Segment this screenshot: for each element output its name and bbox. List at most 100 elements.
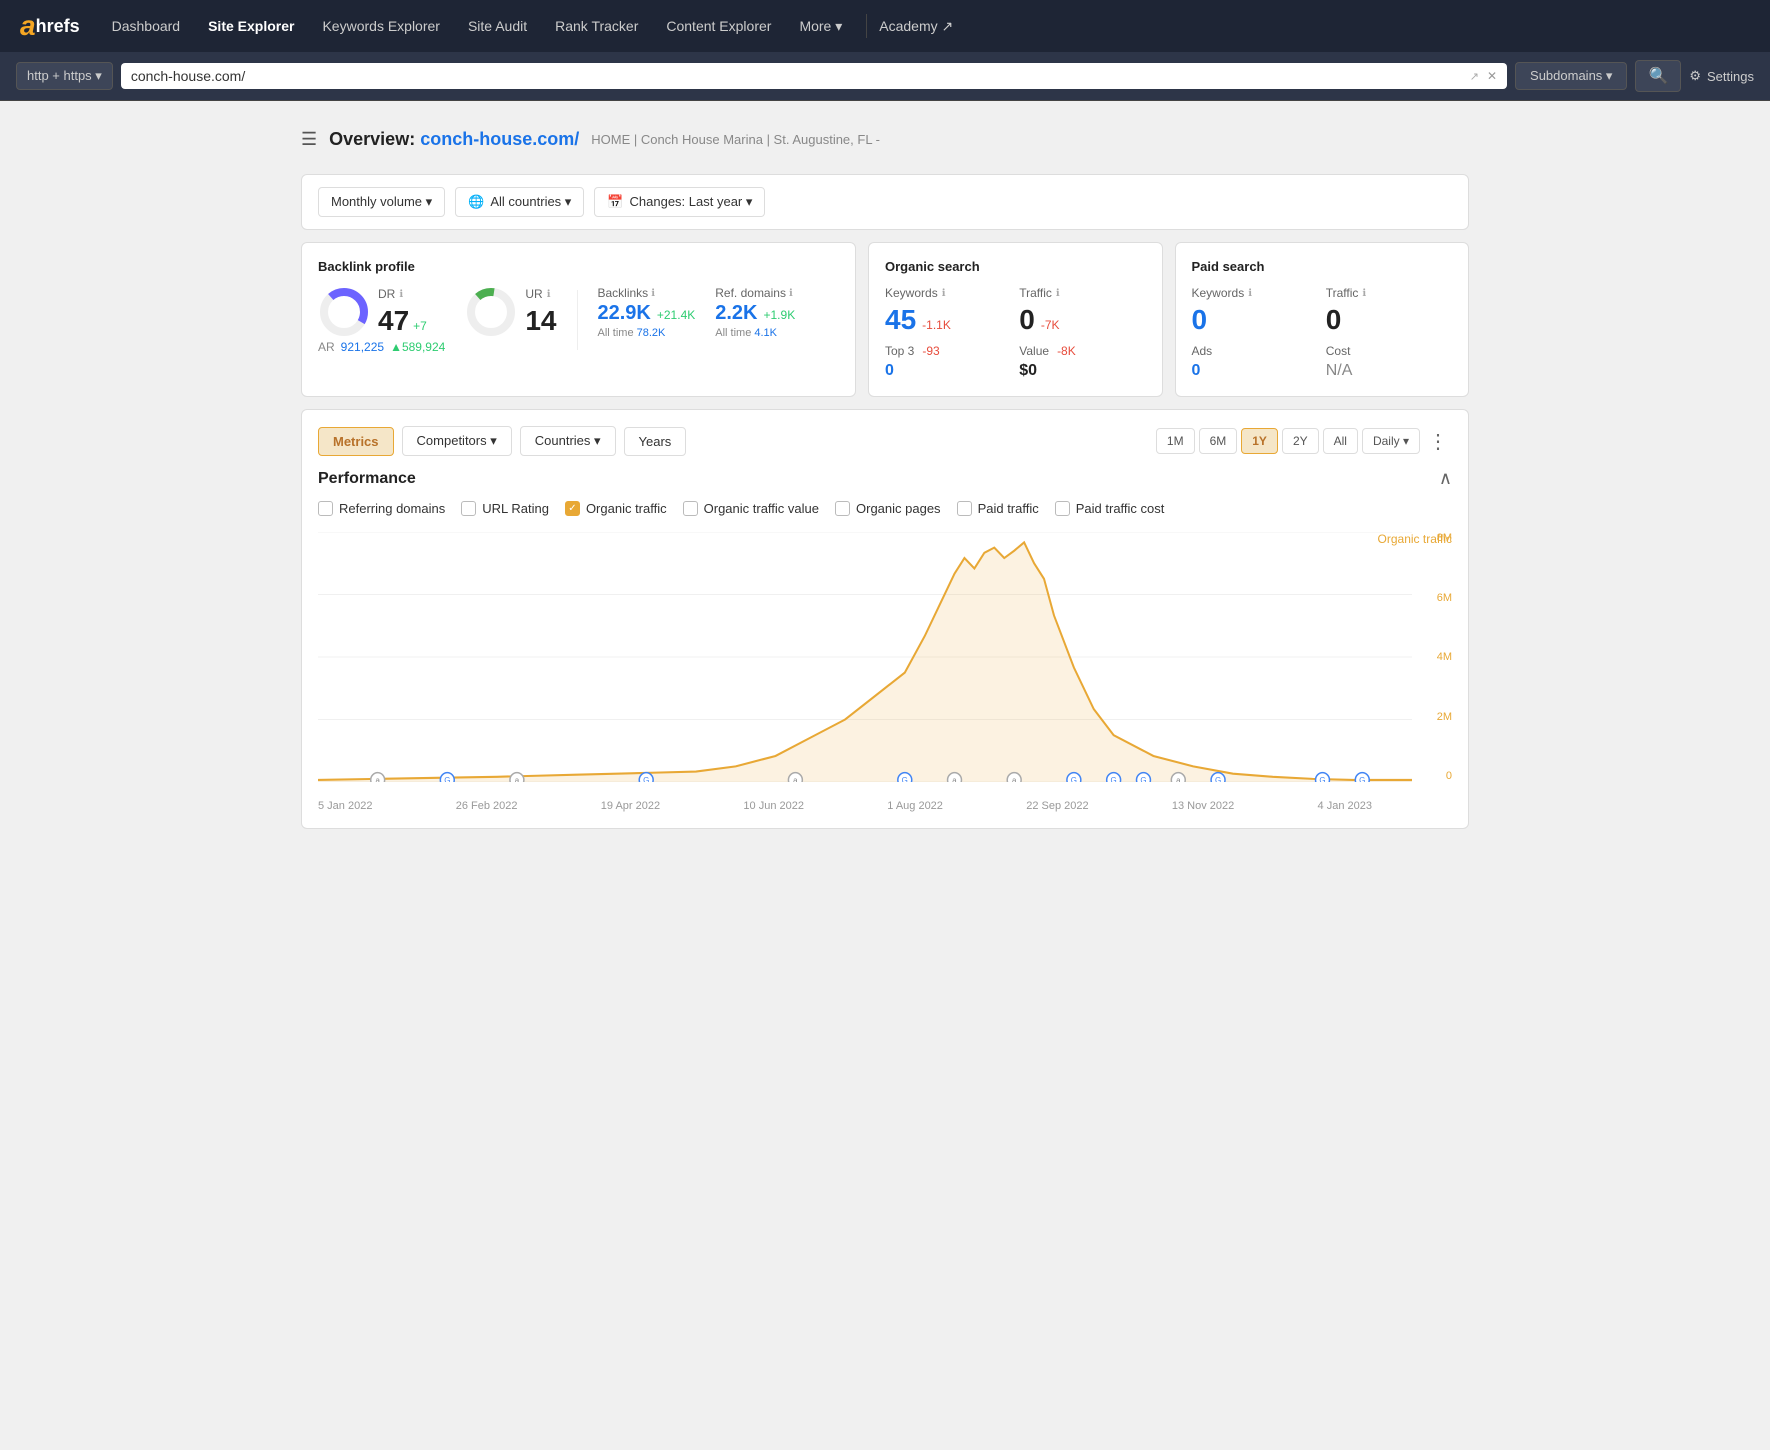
monthly-volume-filter[interactable]: Monthly volume ▾ — [318, 187, 445, 217]
nav-more[interactable]: More ▾ — [787, 12, 854, 41]
nav-content-explorer[interactable]: Content Explorer — [654, 12, 783, 40]
organic-keywords-value: 45 — [885, 304, 916, 336]
domain-link[interactable]: conch-house.com/ — [420, 129, 579, 149]
page-title: Overview: conch-house.com/ — [329, 129, 579, 150]
organic-top3-value: 0 — [885, 362, 894, 379]
search-bar: http + https ▾ ↗ ✕ Subdomains ▾ 🔍 ⚙ Sett… — [0, 52, 1770, 101]
tab-years[interactable]: Years — [624, 427, 687, 456]
search-button[interactable]: 🔍 — [1635, 60, 1681, 92]
svg-text:a: a — [375, 776, 380, 782]
backlinks-alltime: All time 78.2K — [598, 327, 696, 339]
paid-traffic-info[interactable]: ℹ — [1362, 288, 1366, 299]
svg-text:G: G — [1111, 776, 1117, 782]
nav-academy[interactable]: Academy ↗ — [879, 18, 953, 35]
backlinks-alltime-value[interactable]: 78.2K — [637, 327, 666, 339]
time-1y[interactable]: 1Y — [1241, 428, 1278, 454]
x-label-6: 13 Nov 2022 — [1172, 800, 1234, 812]
time-all[interactable]: All — [1323, 428, 1358, 454]
dr-donut-wrap: DR ℹ 47 +7 — [318, 286, 445, 338]
nav-divider — [866, 14, 867, 38]
breadcrumb: HOME | Conch House Marina | St. Augustin… — [591, 132, 880, 147]
all-countries-filter[interactable]: 🌐 All countries ▾ — [455, 187, 584, 217]
nav-site-audit[interactable]: Site Audit — [456, 12, 539, 40]
checkbox-paid-traffic-cost[interactable]: Paid traffic cost — [1055, 501, 1165, 516]
tab-competitors[interactable]: Competitors ▾ — [402, 426, 512, 456]
paid-title: Paid search — [1192, 259, 1453, 274]
paid-ads-value: 0 — [1192, 362, 1201, 379]
paid-cost-value: N/A — [1326, 362, 1353, 379]
ar-value: 921,225 — [341, 340, 384, 354]
checkbox-paid-traffic[interactable]: Paid traffic — [957, 501, 1039, 516]
paid-kw-info[interactable]: ℹ — [1248, 288, 1252, 299]
changes-filter[interactable]: 📅 Changes: Last year ▾ — [594, 187, 765, 217]
checkbox-referring-domains[interactable]: Referring domains — [318, 501, 445, 516]
y-label-2m: 2M — [1437, 711, 1452, 723]
more-options-button[interactable]: ⋮ — [1424, 429, 1452, 454]
svg-text:G: G — [1140, 776, 1146, 782]
svg-text:G: G — [643, 776, 649, 782]
protocol-select[interactable]: http + https ▾ — [16, 62, 113, 90]
tab-metrics[interactable]: Metrics — [318, 427, 394, 456]
collapse-button[interactable]: ∧ — [1439, 468, 1452, 489]
svg-text:a: a — [515, 776, 520, 782]
svg-text:a: a — [793, 776, 798, 782]
ar-change: ▲589,924 — [390, 340, 445, 354]
x-label-0: 5 Jan 2022 — [318, 800, 372, 812]
nav-site-explorer[interactable]: Site Explorer — [196, 12, 306, 40]
ref-domains-info[interactable]: ℹ — [789, 288, 793, 299]
nav-dashboard[interactable]: Dashboard — [100, 12, 193, 40]
checkbox-organic-traffic-value[interactable]: Organic traffic value — [683, 501, 819, 516]
subdomain-select[interactable]: Subdomains ▾ — [1515, 62, 1627, 90]
y-label-4m: 4M — [1437, 651, 1452, 663]
x-label-3: 10 Jun 2022 — [743, 800, 804, 812]
globe-icon: 🌐 — [468, 194, 484, 210]
nav-keywords-explorer[interactable]: Keywords Explorer — [310, 12, 452, 40]
tab-countries[interactable]: Countries ▾ — [520, 426, 616, 456]
chart-tabs: Metrics Competitors ▾ Countries ▾ Years … — [318, 426, 1452, 456]
ref-domains-alltime-value[interactable]: 4.1K — [754, 327, 777, 339]
url-input[interactable] — [131, 68, 1462, 84]
paid-traffic: Traffic ℹ 0 — [1326, 286, 1452, 336]
paid-keywords: Keywords ℹ 0 — [1192, 286, 1318, 336]
x-label-1: 26 Feb 2022 — [456, 800, 518, 812]
org-kw-info[interactable]: ℹ — [942, 288, 946, 299]
time-1m[interactable]: 1M — [1156, 428, 1195, 454]
external-link-icon[interactable]: ↗ — [1470, 70, 1479, 83]
checkbox-icon-url-rating — [461, 501, 476, 516]
organic-top3-change: -93 — [922, 344, 939, 358]
settings-button[interactable]: ⚙ Settings — [1689, 68, 1754, 84]
backlink-profile-card: Backlink profile DR ℹ — [301, 242, 856, 397]
checkbox-icon-organic-traffic — [565, 501, 580, 516]
checkbox-icon-paid-traffic — [957, 501, 972, 516]
hamburger-menu[interactable]: ☰ — [301, 129, 317, 150]
ref-domains-label: Ref. domains ℹ — [715, 286, 795, 300]
svg-text:G: G — [1215, 776, 1221, 782]
clear-icon[interactable]: ✕ — [1487, 69, 1497, 83]
ur-info-icon[interactable]: ℹ — [547, 289, 551, 300]
ur-donut-chart — [465, 286, 517, 338]
paid-keywords-label: Keywords ℹ — [1192, 286, 1318, 300]
ahrefs-logo[interactable]: ahrefs — [20, 10, 80, 42]
y-label-8m: 8M — [1437, 532, 1452, 544]
dr-label: DR ℹ — [378, 287, 427, 301]
organic-keywords-value-row: 45 -1.1K — [885, 304, 1011, 336]
checkbox-icon-paid-traffic-cost — [1055, 501, 1070, 516]
nav-rank-tracker[interactable]: Rank Tracker — [543, 12, 650, 40]
paid-traffic-value: 0 — [1326, 304, 1342, 335]
organic-traffic-chart: a G a G a G a a G — [318, 532, 1412, 782]
org-traffic-info[interactable]: ℹ — [1056, 288, 1060, 299]
checkbox-url-rating[interactable]: URL Rating — [461, 501, 549, 516]
ur-label: UR ℹ — [525, 287, 556, 301]
interval-daily[interactable]: Daily ▾ — [1362, 428, 1420, 454]
checkbox-organic-traffic[interactable]: Organic traffic — [565, 501, 667, 516]
organic-top3-label: Top 3 -93 — [885, 344, 1011, 358]
svg-text:a: a — [1176, 776, 1181, 782]
checkbox-icon-referring-domains — [318, 501, 333, 516]
dr-metric: DR ℹ 47 +7 AR 921,225 ▲589,924 — [318, 286, 445, 354]
checkbox-organic-pages[interactable]: Organic pages — [835, 501, 941, 516]
dr-info-icon[interactable]: ℹ — [399, 289, 403, 300]
time-2y[interactable]: 2Y — [1282, 428, 1319, 454]
backlinks-info[interactable]: ℹ — [651, 288, 655, 299]
time-6m[interactable]: 6M — [1199, 428, 1238, 454]
paid-traffic-label: Traffic ℹ — [1326, 286, 1452, 300]
